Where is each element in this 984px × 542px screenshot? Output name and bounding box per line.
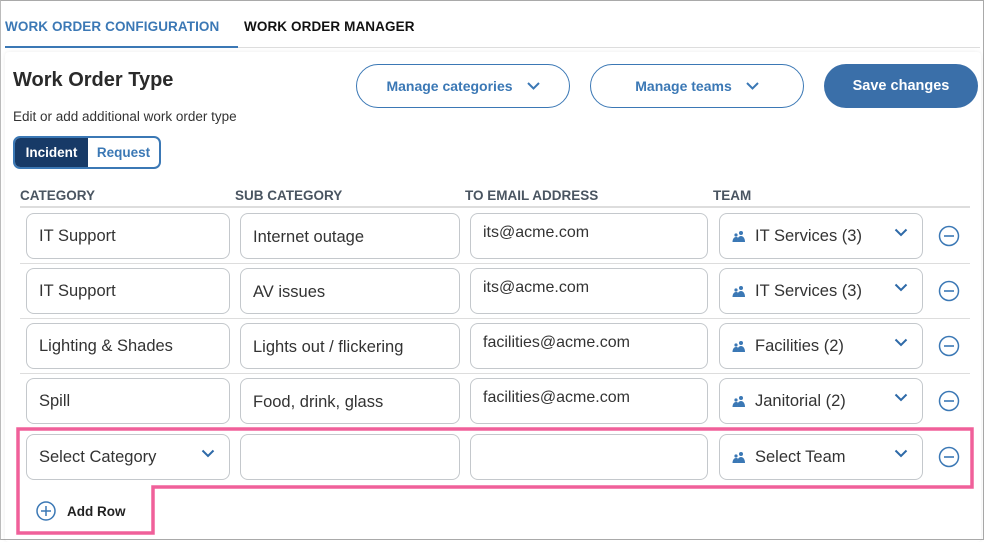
team-icon xyxy=(732,451,746,464)
team-select[interactable]: IT Services (3) xyxy=(719,268,923,314)
tab-work-order-manager[interactable]: WORK ORDER MANAGER xyxy=(244,19,415,34)
email-value: its@acme.com xyxy=(483,279,590,296)
chevron-down-icon xyxy=(746,82,759,90)
sub-category-input[interactable]: Lights out / flickering xyxy=(240,323,460,369)
sub-category-input[interactable] xyxy=(240,434,460,480)
chevron-down-icon xyxy=(526,82,540,90)
chevron-down-icon xyxy=(894,449,908,458)
sub-category-input[interactable]: Food, drink, glass xyxy=(240,378,460,424)
team-value: Janitorial (2) xyxy=(755,391,846,410)
add-row-label: Add Row xyxy=(67,503,126,519)
team-icon xyxy=(732,395,746,408)
manage-categories-label: Manage categories xyxy=(386,78,513,94)
toggle-incident[interactable]: Incident xyxy=(15,138,88,167)
category-input[interactable]: Spill xyxy=(26,378,230,424)
team-select[interactable]: Select Team xyxy=(719,434,923,480)
column-header-team: TEAM xyxy=(713,188,752,203)
email-input[interactable]: its@acme.com xyxy=(470,268,708,314)
category-input[interactable]: IT Support xyxy=(26,268,230,314)
remove-row-icon[interactable] xyxy=(938,335,960,357)
save-changes-button[interactable]: Save changes xyxy=(824,64,978,108)
row-divider xyxy=(20,318,970,319)
team-icon xyxy=(732,340,746,353)
team-icon xyxy=(732,230,746,243)
team-value: Select Team xyxy=(755,447,846,466)
column-header-sub-category: SUB CATEGORY xyxy=(235,188,343,203)
team-select[interactable]: Janitorial (2) xyxy=(719,378,923,424)
sub-category-input[interactable]: AV issues xyxy=(240,268,460,314)
category-value: Spill xyxy=(39,391,71,410)
chevron-down-icon xyxy=(894,283,908,292)
manage-teams-button[interactable]: Manage teams xyxy=(590,64,804,108)
header-divider xyxy=(20,206,970,208)
email-value: facilities@acme.com xyxy=(483,334,630,351)
page-subtitle: Edit or add additional work order type xyxy=(13,109,237,124)
remove-row-icon[interactable] xyxy=(938,280,960,302)
email-value: its@acme.com xyxy=(483,224,590,241)
team-icon xyxy=(732,285,746,298)
chevron-down-icon xyxy=(894,338,908,347)
row-divider xyxy=(20,428,970,429)
page-title: Work Order Type xyxy=(13,69,174,91)
email-input[interactable]: facilities@acme.com xyxy=(470,378,708,424)
row-divider xyxy=(20,373,970,374)
add-row-button[interactable]: Add Row xyxy=(36,501,126,521)
remove-row-icon[interactable] xyxy=(938,225,960,247)
category-value: IT Support xyxy=(39,281,116,300)
team-value: IT Services (3) xyxy=(755,281,862,300)
remove-row-icon[interactable] xyxy=(938,446,960,468)
category-input[interactable]: Lighting & Shades xyxy=(26,323,230,369)
row-divider xyxy=(20,263,970,264)
team-select[interactable]: IT Services (3) xyxy=(719,213,923,259)
chevron-down-icon xyxy=(894,393,908,402)
category-value: IT Support xyxy=(39,226,116,245)
team-select[interactable]: Facilities (2) xyxy=(719,323,923,369)
column-header-email: TO EMAIL ADDRESS xyxy=(465,188,599,203)
type-toggle: Incident Request xyxy=(13,136,161,169)
chevron-down-icon xyxy=(894,228,908,237)
remove-row-icon[interactable] xyxy=(938,390,960,412)
tab-work-order-configuration[interactable]: WORK ORDER CONFIGURATION xyxy=(5,19,238,48)
column-header-category: CATEGORY xyxy=(20,188,96,203)
plus-circle-icon xyxy=(36,501,56,521)
sub-category-input[interactable]: Internet outage xyxy=(240,213,460,259)
team-value: Facilities (2) xyxy=(755,336,844,355)
sub-category-value: AV issues xyxy=(253,282,326,301)
team-value: IT Services (3) xyxy=(755,226,862,245)
category-select[interactable]: Select Category xyxy=(26,434,230,480)
email-input[interactable]: facilities@acme.com xyxy=(470,323,708,369)
sub-category-value: Lights out / flickering xyxy=(253,337,404,356)
manage-categories-button[interactable]: Manage categories xyxy=(356,64,570,108)
category-input[interactable]: IT Support xyxy=(26,213,230,259)
toggle-request[interactable]: Request xyxy=(88,138,159,167)
sub-category-value: Food, drink, glass xyxy=(253,392,384,411)
category-value: Lighting & Shades xyxy=(39,336,173,355)
email-input[interactable]: its@acme.com xyxy=(470,213,708,259)
email-input[interactable] xyxy=(470,434,708,480)
email-value: facilities@acme.com xyxy=(483,389,630,406)
sub-category-value: Internet outage xyxy=(253,227,365,246)
chevron-down-icon xyxy=(201,449,215,458)
category-value: Select Category xyxy=(39,447,157,466)
manage-teams-label: Manage teams xyxy=(635,78,732,94)
